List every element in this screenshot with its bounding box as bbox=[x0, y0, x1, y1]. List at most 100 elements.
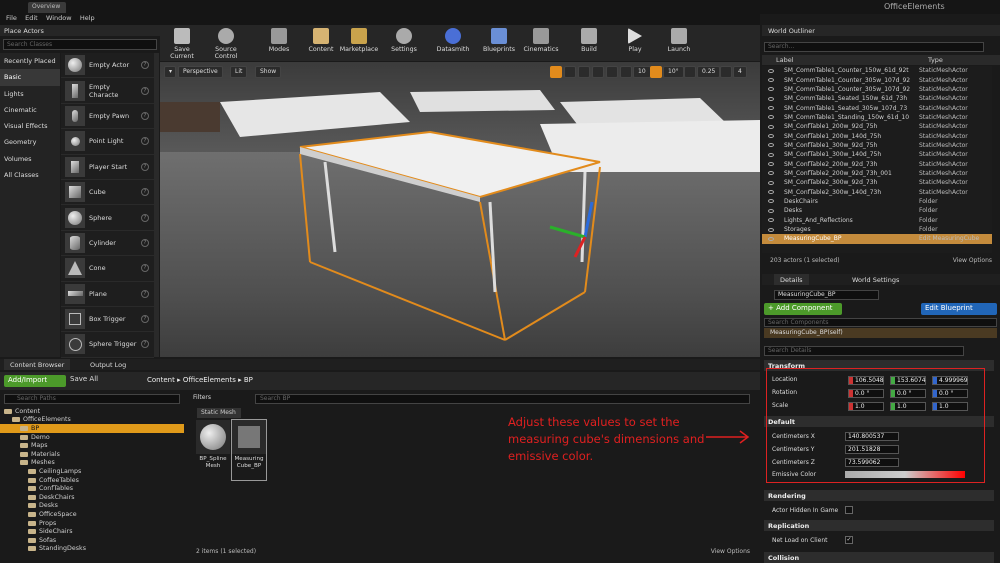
grid-snap-value[interactable]: 10 bbox=[633, 66, 651, 78]
table-row[interactable]: Lights_And_Reflections Folder bbox=[762, 216, 992, 225]
table-row[interactable]: SM_ConfTable2_200w_92d_73h_001 StaticMesh… bbox=[762, 169, 992, 178]
list-item[interactable]: Empty Pawn? bbox=[61, 104, 154, 130]
help-icon[interactable]: ? bbox=[141, 238, 149, 247]
actor-name-field[interactable]: MeasuringCube_BP bbox=[774, 290, 879, 300]
table-row[interactable]: SM_CommTable1_Standing_150w_61d_10 Static… bbox=[762, 113, 992, 122]
search-classes-input[interactable]: Search Classes bbox=[3, 39, 157, 50]
table-row[interactable]: SM_CommTable1_Counter_305w_107d_92 Static… bbox=[762, 75, 992, 84]
tree-item[interactable]: OfficeElements bbox=[0, 416, 184, 425]
list-item[interactable]: Plane? bbox=[61, 282, 154, 307]
help-icon[interactable]: ? bbox=[141, 289, 149, 298]
table-row[interactable]: SM_ConfTable2_300w_92d_73h StaticMeshActo… bbox=[762, 178, 992, 187]
tree-item[interactable]: Materials bbox=[0, 450, 184, 459]
category-recently-placed[interactable]: Recently Placed bbox=[0, 53, 60, 69]
asset-bp-spline-mesh[interactable]: BP_Spline Mesh bbox=[196, 420, 230, 480]
menu-window[interactable]: Window bbox=[46, 14, 72, 22]
category-basic[interactable]: Basic bbox=[0, 69, 60, 86]
datasmith-button[interactable]: Datasmith bbox=[433, 25, 473, 61]
menu-help[interactable]: Help bbox=[80, 14, 95, 22]
save-current-button[interactable]: Save Current bbox=[162, 25, 202, 61]
tree-item[interactable]: Meshes bbox=[0, 459, 184, 468]
eye-icon[interactable] bbox=[768, 106, 774, 111]
tree-item[interactable]: SideChairs bbox=[0, 527, 184, 536]
tree-item[interactable]: CeilingLamps bbox=[0, 467, 184, 476]
table-row[interactable]: DeskChairs Folder bbox=[762, 197, 992, 206]
add-import-button[interactable]: Add/Import bbox=[4, 375, 66, 387]
eye-icon[interactable] bbox=[768, 152, 774, 157]
eye-icon[interactable] bbox=[768, 199, 774, 204]
tree-item[interactable]: Sofas bbox=[0, 536, 184, 545]
eye-icon[interactable] bbox=[768, 236, 774, 241]
table-row[interactable]: SM_ConfTable1_200w_140d_75h StaticMeshAct… bbox=[762, 131, 992, 140]
table-row[interactable]: Storages Folder bbox=[762, 225, 992, 234]
table-row[interactable]: SM_ConfTable1_200w_92d_75h StaticMeshActo… bbox=[762, 122, 992, 131]
list-item[interactable]: Player Start? bbox=[61, 155, 154, 180]
table-row[interactable]: SM_CommTable1_Seated_150w_61d_73h StaticM… bbox=[762, 94, 992, 103]
list-item[interactable]: Sphere? bbox=[61, 205, 154, 231]
eye-icon[interactable] bbox=[768, 143, 774, 148]
tree-item[interactable]: Desks bbox=[0, 502, 184, 511]
table-row[interactable]: SM_ConfTable2_300w_140d_73h StaticMeshAct… bbox=[762, 187, 992, 196]
search-paths-input[interactable]: Search Paths bbox=[4, 394, 180, 404]
eye-icon[interactable] bbox=[768, 134, 774, 139]
tree-item[interactable]: OfficeSpace bbox=[0, 510, 184, 519]
camera-speed-value[interactable]: 4 bbox=[733, 66, 747, 78]
section-rendering[interactable]: Rendering bbox=[764, 490, 994, 501]
col-type[interactable]: Type bbox=[928, 56, 943, 64]
actor-hidden-checkbox[interactable] bbox=[845, 506, 853, 514]
show-button[interactable]: Show bbox=[255, 66, 282, 78]
tab-content-browser[interactable]: Content Browser bbox=[4, 359, 71, 370]
grid-snap-icon[interactable] bbox=[620, 66, 632, 78]
eye-icon[interactable] bbox=[768, 208, 774, 213]
scale-snap-value[interactable]: 0.25 bbox=[697, 66, 721, 78]
save-all-button[interactable]: Save All bbox=[70, 375, 98, 383]
breadcrumb-bp[interactable]: BP bbox=[244, 376, 253, 384]
eye-icon[interactable] bbox=[768, 227, 774, 232]
world-icon[interactable] bbox=[592, 66, 604, 78]
list-item[interactable]: Empty Actor? bbox=[61, 53, 154, 79]
breadcrumb-officeelements[interactable]: OfficeElements bbox=[183, 376, 236, 384]
eye-icon[interactable] bbox=[768, 96, 774, 101]
camera-speed-icon[interactable] bbox=[720, 66, 732, 78]
help-icon[interactable]: ? bbox=[141, 264, 149, 273]
tree-item[interactable]: Demo bbox=[0, 433, 184, 442]
list-item[interactable]: Cube? bbox=[61, 180, 154, 206]
build-button[interactable]: Build bbox=[576, 25, 602, 61]
tree-item[interactable]: BP bbox=[0, 424, 184, 433]
edit-blueprint-button[interactable]: Edit Blueprint bbox=[921, 303, 997, 315]
scrollbar[interactable] bbox=[154, 53, 159, 357]
content-button[interactable]: Content bbox=[306, 25, 336, 61]
marketplace-button[interactable]: Marketplace bbox=[339, 25, 379, 61]
tab-details[interactable]: Details bbox=[774, 274, 809, 285]
table-row[interactable]: SM_CommTable1_Counter_305w_107d_92 Static… bbox=[762, 85, 992, 94]
details-search-input[interactable]: Search Details bbox=[764, 346, 964, 356]
filters-button[interactable]: Filters bbox=[193, 394, 211, 401]
eye-icon[interactable] bbox=[768, 124, 774, 129]
eye-icon[interactable] bbox=[768, 180, 774, 185]
section-replication[interactable]: Replication bbox=[764, 520, 994, 531]
category-cinematic[interactable]: Cinematic bbox=[0, 102, 60, 118]
scale-snap-icon[interactable] bbox=[684, 66, 696, 78]
asset-measuring-cube-bp[interactable]: Measuring Cube_BP bbox=[231, 419, 267, 481]
search-assets-input[interactable]: Search BP bbox=[255, 394, 750, 404]
play-button[interactable]: Play bbox=[622, 25, 648, 61]
menu-edit[interactable]: Edit bbox=[25, 14, 38, 22]
tree-item[interactable]: DeskChairs bbox=[0, 493, 184, 502]
list-item[interactable]: Point Light? bbox=[61, 129, 154, 155]
view-options-button[interactable]: View Options bbox=[953, 257, 992, 264]
tab-output-log[interactable]: Output Log bbox=[84, 359, 132, 370]
table-row[interactable]: SM_CommTable1_Seated_305w_107d_73 StaticM… bbox=[762, 103, 992, 112]
list-item[interactable]: Box Trigger? bbox=[61, 307, 154, 333]
tab-overview[interactable]: Overview bbox=[28, 2, 66, 13]
help-icon[interactable]: ? bbox=[141, 315, 149, 324]
eye-icon[interactable] bbox=[768, 115, 774, 120]
tab-world-settings[interactable]: World Settings bbox=[846, 274, 905, 285]
table-row[interactable]: SM_CommTable1_Counter_150w_61d_92t Static… bbox=[762, 66, 992, 75]
eye-icon[interactable] bbox=[768, 190, 774, 195]
add-component-button[interactable]: + Add Component bbox=[764, 303, 842, 315]
eye-icon[interactable] bbox=[768, 78, 774, 83]
menu-file[interactable]: File bbox=[6, 14, 17, 22]
category-geometry[interactable]: Geometry bbox=[0, 134, 60, 150]
list-item[interactable]: Cylinder? bbox=[61, 231, 154, 257]
table-row[interactable]: Desks Folder bbox=[762, 206, 992, 215]
